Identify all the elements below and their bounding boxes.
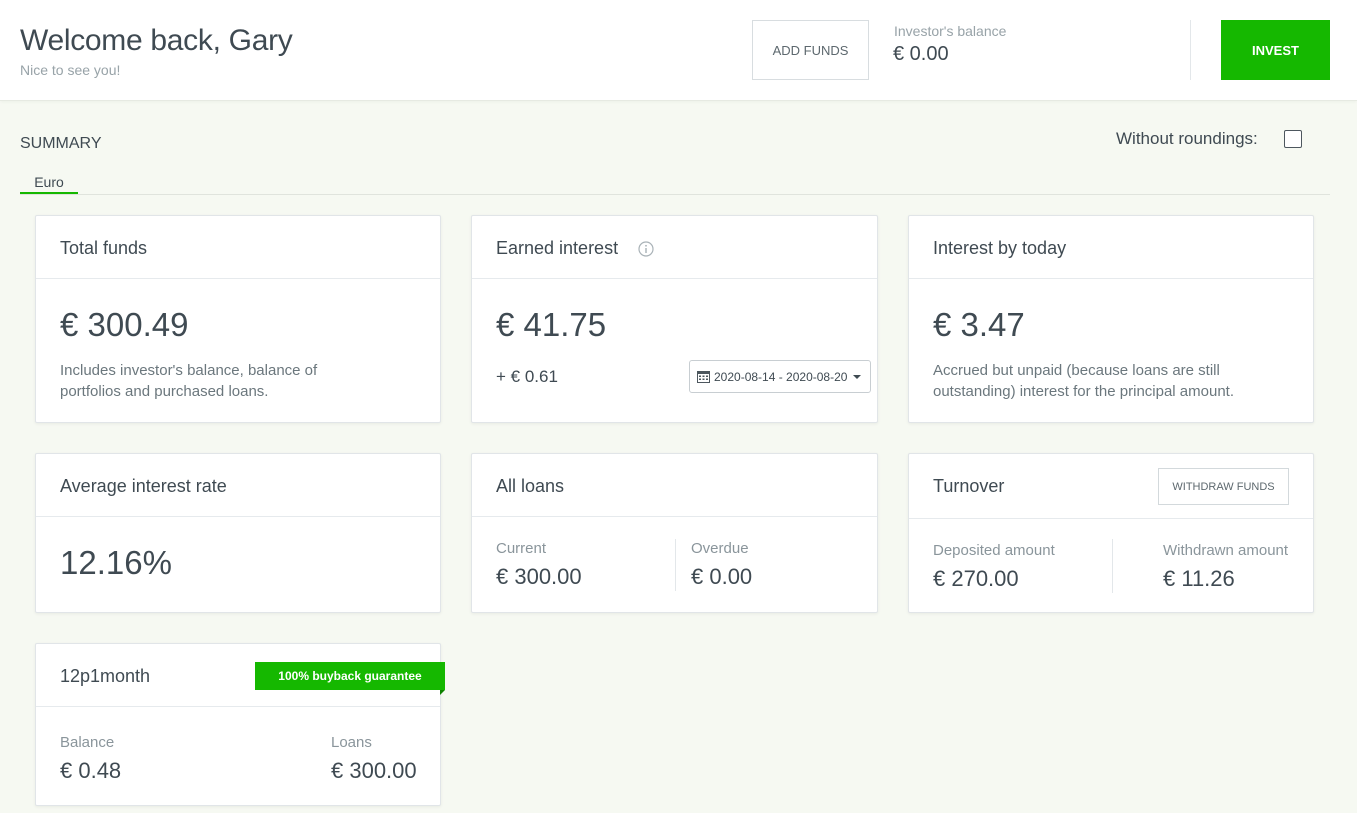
card-header: 12p1month 100% buyback guarantee	[36, 644, 445, 707]
date-range-text: 2020-08-14 - 2020-08-20	[714, 369, 848, 384]
tab-euro[interactable]: Euro	[20, 172, 78, 194]
earned-interest-change: + € 0.61	[496, 367, 558, 386]
interest-by-today-card: Interest by today € 3.47 Accrued but unp…	[908, 215, 1314, 423]
card-header: Total funds	[36, 216, 440, 279]
card-header: Earned interest	[472, 216, 877, 279]
info-icon[interactable]	[638, 241, 654, 257]
interest-by-today-value: € 3.47	[933, 306, 1025, 343]
interest-by-today-description: Accrued but unpaid (because loans are st…	[933, 362, 1235, 400]
date-range-picker[interactable]: 2020-08-14 - 2020-08-20	[689, 360, 871, 393]
total-funds-description: Includes investor's balance, balance of …	[60, 362, 318, 400]
card-title: Total funds	[60, 238, 148, 258]
card-header: All loans	[472, 454, 877, 517]
portfolio-title: 12p1month	[60, 666, 151, 686]
all-loans-card: All loans Current € 300.00 Overdue € 0.0…	[471, 453, 878, 613]
without-roundings-label: Without roundings:	[1116, 129, 1258, 148]
portfolio-balance-label: Balance	[60, 734, 115, 751]
card-title: Earned interest	[496, 238, 619, 258]
top-bar: Welcome back, Gary Nice to see you! ADD …	[0, 0, 1357, 101]
card-title: All loans	[496, 476, 565, 496]
loans-divider	[675, 539, 676, 591]
tabs-divider	[20, 194, 1330, 195]
topbar-divider	[1190, 20, 1191, 80]
portfolio-balance-value: € 0.48	[60, 758, 122, 783]
without-roundings-checkbox[interactable]	[1284, 130, 1302, 148]
investor-balance-label: Investor's balance	[894, 23, 1007, 39]
buyback-guarantee-badge: 100% buyback guarantee	[255, 662, 445, 695]
average-interest-rate-value: 12.16%	[60, 544, 172, 581]
card-header: Turnover WITHDRAW FUNDS	[909, 454, 1313, 519]
average-interest-rate-card: Average interest rate 12.16%	[35, 453, 441, 613]
portfolio-loans-value: € 300.00	[331, 758, 417, 783]
add-funds-button[interactable]: ADD FUNDS	[752, 20, 869, 80]
card-header: Interest by today	[909, 216, 1313, 279]
chevron-down-icon	[853, 374, 862, 379]
welcome-subtitle: Nice to see you!	[20, 62, 121, 78]
portfolio-card[interactable]: 12p1month 100% buyback guarantee Balance…	[35, 643, 445, 806]
turnover-card: Turnover WITHDRAW FUNDS Deposited amount…	[908, 453, 1314, 613]
welcome-title: Welcome back, Gary	[20, 24, 293, 57]
deposited-amount-value: € 270.00	[933, 566, 1019, 591]
earned-interest-value: € 41.75	[496, 306, 607, 343]
summary-title: SUMMARY	[20, 135, 102, 152]
overdue-loans-label: Overdue	[691, 540, 749, 557]
card-title: Interest by today	[933, 238, 1067, 258]
portfolio-loans-label: Loans	[331, 734, 372, 751]
card-header: Average interest rate	[36, 454, 440, 517]
card-title: Turnover	[933, 476, 1005, 496]
earned-interest-card: Earned interest € 41.75 + € 0.61 2020-08…	[471, 215, 878, 423]
turnover-divider	[1112, 539, 1113, 593]
card-title: Average interest rate	[60, 476, 227, 496]
total-funds-value: € 300.49	[60, 306, 189, 343]
total-funds-card: Total funds € 300.49 Includes investor's…	[35, 215, 441, 423]
current-loans-value: € 300.00	[496, 564, 582, 589]
invest-button[interactable]: INVEST	[1221, 20, 1330, 80]
investor-balance-value: € 0.00	[893, 43, 949, 65]
overdue-loans-value: € 0.00	[691, 564, 753, 589]
calendar-icon	[697, 371, 710, 383]
withdraw-funds-button[interactable]: WITHDRAW FUNDS	[1158, 468, 1289, 505]
deposited-amount-label: Deposited amount	[933, 542, 1055, 559]
current-loans-label: Current	[496, 540, 547, 557]
withdrawn-amount-value: € 11.26	[1163, 566, 1235, 591]
withdrawn-amount-label: Withdrawn amount	[1163, 542, 1289, 559]
